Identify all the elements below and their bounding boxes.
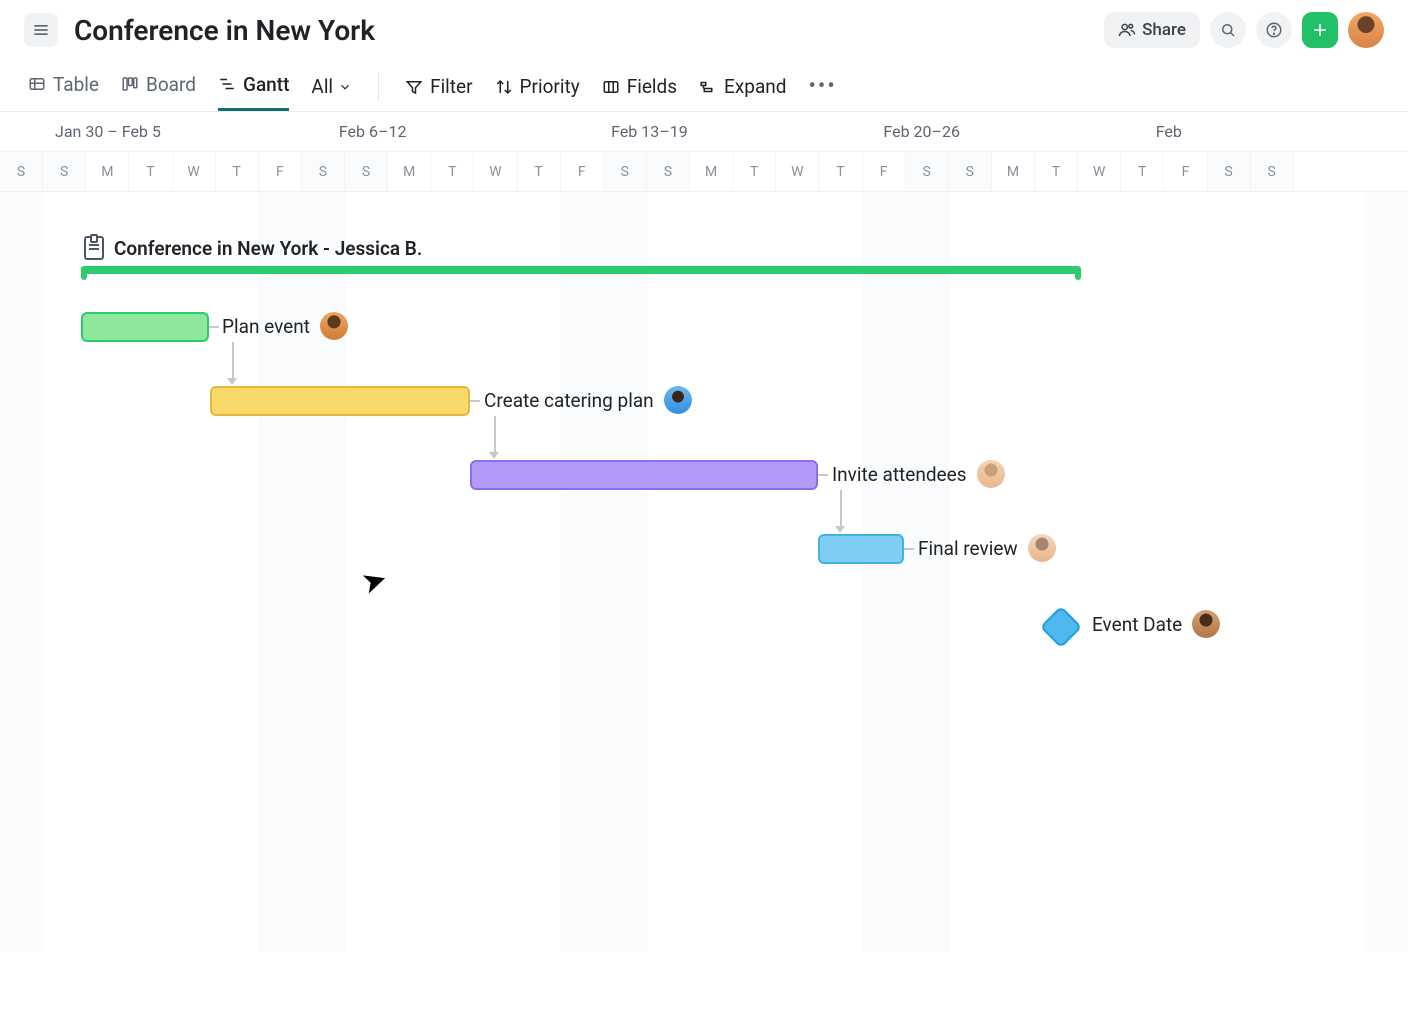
clipboard-icon xyxy=(84,236,104,260)
connector xyxy=(209,326,219,328)
day-label: S xyxy=(1208,152,1251,191)
day-label: W xyxy=(474,152,517,191)
assignee-avatar[interactable] xyxy=(1192,610,1220,638)
day-label: M xyxy=(690,152,733,191)
share-button[interactable]: Share xyxy=(1104,12,1200,48)
task-label[interactable]: Invite attendees xyxy=(832,460,1005,488)
page-title: Conference in New York xyxy=(74,14,1088,47)
people-icon xyxy=(1118,21,1136,39)
connector xyxy=(470,400,480,402)
task-bar-final-review[interactable] xyxy=(818,534,904,564)
fields-button[interactable]: Fields xyxy=(602,75,677,98)
day-label: S xyxy=(345,152,388,191)
timeline-week-header: Jan 30 – Feb 5 Feb 6–12 Feb 13–19 Feb 20… xyxy=(0,112,1408,152)
day-label: T xyxy=(1121,152,1164,191)
gantt-canvas[interactable]: Conference in New York - Jessica B. Plan… xyxy=(0,192,1408,952)
day-label: F xyxy=(863,152,906,191)
project-title: Conference in New York - Jessica B. xyxy=(114,237,422,260)
help-icon xyxy=(1265,21,1283,39)
day-label: S xyxy=(302,152,345,191)
connector-arrow-icon xyxy=(489,452,499,459)
add-button[interactable] xyxy=(1302,12,1338,48)
day-label: T xyxy=(216,152,259,191)
day-label: T xyxy=(129,152,172,191)
table-icon xyxy=(28,75,46,93)
day-label: S xyxy=(604,152,647,191)
task-label[interactable]: Plan event xyxy=(222,312,348,340)
day-label: S xyxy=(906,152,949,191)
day-label: W xyxy=(1078,152,1121,191)
day-label: T xyxy=(819,152,862,191)
day-label: S xyxy=(43,152,86,191)
filter-icon xyxy=(405,78,423,96)
fields-icon xyxy=(602,78,620,96)
chevron-down-icon xyxy=(338,80,352,94)
toolbar-divider xyxy=(378,73,379,101)
plus-icon xyxy=(1310,20,1330,40)
day-label: M xyxy=(86,152,129,191)
day-label: T xyxy=(1035,152,1078,191)
priority-button[interactable]: Priority xyxy=(495,75,580,98)
day-label: T xyxy=(518,152,561,191)
day-label: S xyxy=(0,152,43,191)
week-label: Feb 13–19 xyxy=(591,112,863,151)
timeline-day-header: SSMTWTFSSMTWTFSSMTWTFSSMTWTFSS xyxy=(0,152,1408,192)
tab-board[interactable]: Board xyxy=(121,62,196,111)
filter-button[interactable]: Filter xyxy=(405,75,472,98)
task-bar-plan-event[interactable] xyxy=(81,312,209,342)
connector-arrow-icon xyxy=(227,378,237,385)
week-label: Feb 6–12 xyxy=(319,112,591,151)
tab-table[interactable]: Table xyxy=(28,62,99,111)
day-label: S xyxy=(949,152,992,191)
cursor-icon: ➤ xyxy=(357,561,392,602)
user-avatar[interactable] xyxy=(1348,12,1384,48)
week-label: Feb 20–26 xyxy=(863,112,1135,151)
gantt-icon xyxy=(218,75,236,93)
search-button[interactable] xyxy=(1210,12,1246,48)
connector xyxy=(818,474,828,476)
search-icon xyxy=(1219,21,1237,39)
task-bar-invite[interactable] xyxy=(470,460,818,490)
connector-arrow-icon xyxy=(835,526,845,533)
share-label: Share xyxy=(1142,20,1186,40)
assignee-avatar[interactable] xyxy=(1028,534,1056,562)
expand-button[interactable]: Expand xyxy=(699,75,786,98)
day-label: W xyxy=(776,152,819,191)
assignee-avatar[interactable] xyxy=(977,460,1005,488)
day-label: S xyxy=(1251,152,1294,191)
week-label: Jan 30 – Feb 5 xyxy=(0,112,319,151)
task-bar-catering[interactable] xyxy=(210,386,470,416)
expand-icon xyxy=(699,78,717,96)
day-label: F xyxy=(259,152,302,191)
board-icon xyxy=(121,75,139,93)
tab-gantt[interactable]: Gantt xyxy=(218,62,289,111)
assignee-avatar[interactable] xyxy=(664,386,692,414)
day-label: M xyxy=(388,152,431,191)
connector xyxy=(840,490,842,528)
view-dropdown[interactable]: All xyxy=(311,75,352,98)
day-label: T xyxy=(733,152,776,191)
more-button[interactable]: ••• xyxy=(808,74,836,99)
menu-button[interactable] xyxy=(24,13,58,47)
day-label: F xyxy=(561,152,604,191)
connector xyxy=(232,342,234,380)
task-label[interactable]: Final review xyxy=(918,534,1056,562)
task-label[interactable]: Create catering plan xyxy=(484,386,692,414)
milestone-label[interactable]: Event Date xyxy=(1092,610,1220,638)
sort-icon xyxy=(495,78,513,96)
assignee-avatar[interactable] xyxy=(320,312,348,340)
day-label: M xyxy=(992,152,1035,191)
day-label: F xyxy=(1164,152,1207,191)
help-button[interactable] xyxy=(1256,12,1292,48)
milestone-event-date[interactable] xyxy=(1040,606,1082,648)
day-label: T xyxy=(431,152,474,191)
connector xyxy=(494,416,496,454)
menu-icon xyxy=(31,20,51,40)
project-summary-bar[interactable] xyxy=(81,266,1081,274)
day-label: W xyxy=(173,152,216,191)
connector xyxy=(904,548,914,550)
day-label: S xyxy=(647,152,690,191)
week-label: Feb xyxy=(1136,112,1408,151)
project-row-header[interactable]: Conference in New York - Jessica B. xyxy=(84,236,422,260)
